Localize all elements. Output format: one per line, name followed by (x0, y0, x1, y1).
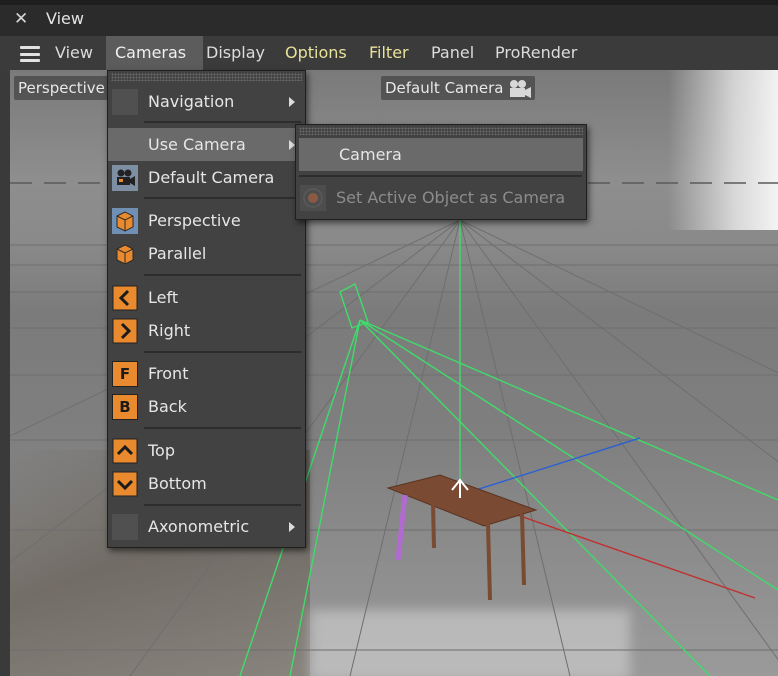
right-arrow-icon (112, 318, 138, 344)
menu-filter[interactable]: Filter (360, 36, 418, 71)
menu-item-axonometric[interactable]: Axonometric (108, 510, 305, 543)
menu-item-label: Set Active Object as Camera (336, 188, 566, 207)
menu-prorender[interactable]: ProRender (486, 36, 586, 71)
film-camera-icon (112, 165, 138, 191)
title-bar-strip (0, 0, 778, 5)
hamburger-menu-icon[interactable] (20, 46, 40, 62)
title-bar: ✕ View (0, 0, 778, 35)
menu-display[interactable]: Display (197, 36, 274, 71)
menu-options[interactable]: Options (276, 36, 356, 71)
blank-icon (112, 89, 138, 115)
menu-item-top[interactable]: Top (108, 434, 305, 467)
submenu-item-set-active-object-as-camera[interactable]: Set Active Object as Camera (296, 181, 586, 214)
submenu-item-camera[interactable]: Camera (299, 138, 583, 171)
menu-item-parallel[interactable]: Parallel (108, 237, 305, 270)
menu-item-right[interactable]: Right (108, 314, 305, 347)
menu-item-left[interactable]: Left (108, 281, 305, 314)
menu-item-bottom[interactable]: Bottom (108, 467, 305, 500)
menu-bar: View Cameras Display Options Filter Pane… (0, 35, 778, 71)
menu-item-use-camera[interactable]: Use Camera (108, 128, 305, 161)
close-icon[interactable]: ✕ (14, 9, 28, 29)
back-b-icon: B (112, 394, 138, 420)
menu-item-label: Front (148, 364, 189, 383)
menu-separator (144, 427, 301, 429)
menu-panel[interactable]: Panel (422, 36, 483, 71)
top-arrow-icon (112, 438, 138, 464)
film-camera-icon (510, 80, 531, 98)
use-camera-submenu: Camera Set Active Object as Camera (295, 124, 587, 220)
blank-icon (112, 514, 138, 540)
menu-item-label: Parallel (148, 244, 207, 263)
menu-item-label: Perspective (148, 211, 241, 230)
menu-item-label: Bottom (148, 474, 207, 493)
front-f-icon: F (112, 361, 138, 387)
left-arrow-icon (112, 285, 138, 311)
menu-item-label: Axonometric (148, 517, 250, 536)
axis-z-blue (459, 437, 641, 496)
parallel-cube-icon (116, 244, 134, 265)
menu-item-label: Camera (339, 145, 402, 164)
menu-grip[interactable] (111, 73, 302, 81)
menu-item-front[interactable]: F Front (108, 357, 305, 390)
bottom-arrow-icon (112, 471, 138, 497)
menu-item-label: Default Camera (148, 168, 275, 187)
menu-separator (144, 274, 301, 276)
window-title: View (46, 9, 84, 28)
perspective-cube-icon (112, 208, 138, 234)
menu-item-label: Top (148, 441, 175, 460)
target-icon (300, 185, 326, 211)
submenu-arrow-icon (289, 97, 295, 107)
menu-item-default-camera[interactable]: Default Camera (108, 161, 305, 194)
cameras-dropdown: Navigation Use Camera Default Camera Per… (107, 70, 306, 548)
menu-view[interactable]: View (46, 36, 102, 71)
menu-item-label: Back (148, 397, 187, 416)
menu-separator (299, 175, 582, 177)
menu-separator (144, 197, 301, 199)
menu-item-label: Navigation (148, 92, 235, 111)
menu-item-label: Right (148, 321, 191, 340)
menu-item-perspective[interactable]: Perspective (108, 204, 305, 237)
menu-separator (144, 351, 301, 353)
menu-item-label: Left (148, 288, 179, 307)
menu-item-label: Use Camera (148, 135, 246, 154)
menu-grip[interactable] (299, 127, 583, 135)
menu-separator (144, 121, 301, 123)
submenu-arrow-icon (289, 522, 295, 532)
menu-item-navigation[interactable]: Navigation (108, 85, 305, 118)
menu-cameras[interactable]: Cameras (106, 36, 203, 71)
projection-label[interactable]: Perspective (14, 76, 109, 100)
table-model (386, 474, 538, 601)
menu-item-back[interactable]: B Back (108, 390, 305, 423)
menu-separator (144, 504, 301, 506)
